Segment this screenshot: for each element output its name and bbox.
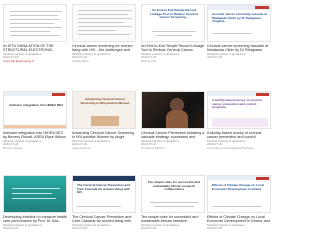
slide-image: [91, 116, 119, 126]
text-line: [12, 188, 60, 189]
slide-title: The Cervical Cancer Prevention and Care …: [77, 183, 130, 195]
slide-title: Advancing Cervical Cancer Screening in H…: [80, 97, 130, 105]
card-thumbnail[interactable]: The Cervical Cancer Prevention and Care …: [72, 175, 136, 213]
card-date: 2023-07-20: [207, 226, 223, 231]
card-date: 2023-07-20: [3, 226, 19, 231]
text-line: [78, 22, 124, 23]
brand-logo-badge: [255, 6, 269, 9]
publication-card[interactable]: Cervical cancer screening cascade at Mwa…: [207, 4, 271, 60]
slide-title: Indicator integration into HIDEA DE3: [9, 103, 63, 107]
brand-logo-badge: [52, 92, 65, 96]
publication-card[interactable]: Developing Infection to measure health c…: [3, 175, 67, 231]
text-line: [12, 193, 52, 194]
card-date: 2023-07-20: [72, 226, 88, 231]
text-line: [10, 27, 62, 28]
slide-title: Cervical cancer screening cascade at Mwa…: [212, 12, 268, 24]
text-line: [12, 198, 56, 199]
brand-logo-badge: [256, 92, 269, 96]
text-line: [10, 35, 60, 36]
slide-background: [4, 176, 66, 212]
card-author[interactable]: Rubina Aziz: [141, 59, 205, 64]
slide-header-band: [73, 176, 135, 181]
publication-card[interactable]: Ten simple rules for successful and sust…: [141, 175, 205, 231]
publication-card[interactable]: Cervical Cancer Prevention following a c…: [141, 91, 205, 151]
text-line: [156, 35, 192, 36]
card-thumbnail[interactable]: [3, 175, 67, 213]
card-date: 2023-07-20: [207, 55, 223, 60]
card-subject-link[interactable]: Chemical Engineering ▾: [3, 59, 67, 64]
card-thumbnail[interactable]: Effects of Climate Change on Local Econo…: [207, 175, 271, 213]
brand-logo-badge: [256, 176, 269, 180]
text-line: [77, 206, 121, 207]
card-thumbnail[interactable]: A facility-based survey of cervical canc…: [207, 91, 271, 129]
text-line: [10, 31, 50, 32]
card-thumbnail[interactable]: [141, 91, 205, 129]
publication-grid: IN SITU SIMULATION OF THE STRUCTURAL ELE…: [0, 0, 274, 240]
text-line: [152, 31, 196, 32]
text-line: [212, 206, 262, 207]
publication-card[interactable]: Indicator integration into HIDEA DE3 Ind…: [3, 91, 67, 151]
text-line: [78, 18, 132, 19]
card-author[interactable]: Zoe Dube and Kealagalets Bashepe: [207, 146, 271, 151]
card-thumbnail[interactable]: Indicator integration into HIDEA DE3: [3, 91, 67, 129]
text-line: [212, 33, 252, 34]
card-thumbnail[interactable]: Ten simple rules for successful and sust…: [141, 175, 205, 213]
publication-card[interactable]: A facility-based survey of cervical canc…: [207, 91, 271, 151]
slide-title: Effects of Climate Change on Local Econo…: [212, 183, 264, 191]
slide-title: An End-to-End Simple Record Linkage Tool…: [150, 8, 198, 20]
card-author[interactable]: Beverly Rowell: [3, 146, 67, 151]
card-author[interactable]: Nomfundo Mkhize: [141, 146, 205, 151]
slide-content-block: [212, 118, 268, 127]
speaker-photo: [166, 110, 188, 128]
card-thumbnail[interactable]: Cervical cancer screening cascade at Mwa…: [207, 4, 271, 42]
publication-card[interactable]: IN SITU SIMULATION OF THE STRUCTURAL ELE…: [3, 4, 67, 64]
publication-card[interactable]: Cervical cancer screening for women livi…: [72, 4, 136, 64]
text-line: [10, 19, 60, 20]
text-line: [78, 10, 132, 11]
text-line: [78, 14, 128, 15]
slide-title: Ten simple rules for successful and sust…: [147, 180, 201, 192]
publication-card[interactable]: Effects of Climate Change on Local Econo…: [207, 175, 271, 231]
text-line: [78, 26, 132, 27]
text-line: [154, 206, 194, 207]
text-line: [78, 34, 130, 35]
text-line: [150, 202, 198, 203]
card-thumbnail[interactable]: An End-to-End Simple Record Linkage Tool…: [141, 4, 205, 42]
text-line: [10, 11, 62, 12]
slide-footer-band: [4, 125, 66, 128]
text-line: [78, 30, 116, 31]
card-author[interactable]: Sophie Maes: [72, 59, 136, 64]
text-line: [10, 15, 58, 16]
text-line: [10, 23, 54, 24]
card-thumbnail[interactable]: [72, 4, 136, 42]
publication-card[interactable]: The Cervical Cancer Prevention and Care …: [72, 175, 136, 231]
publication-card[interactable]: An End-to-End Simple Record Linkage Tool…: [141, 4, 205, 64]
card-thumbnail[interactable]: Advancing Cervical Cancer Screening in H…: [72, 91, 136, 129]
publication-card[interactable]: Advancing Cervical Cancer Screening in H…: [72, 91, 136, 151]
card-thumbnail[interactable]: [3, 4, 67, 42]
card-date: 2023-07-20: [141, 226, 157, 231]
card-author[interactable]: Angie Sharma: [72, 146, 136, 151]
slide-title: A facility-based survey of cervical canc…: [212, 98, 262, 110]
